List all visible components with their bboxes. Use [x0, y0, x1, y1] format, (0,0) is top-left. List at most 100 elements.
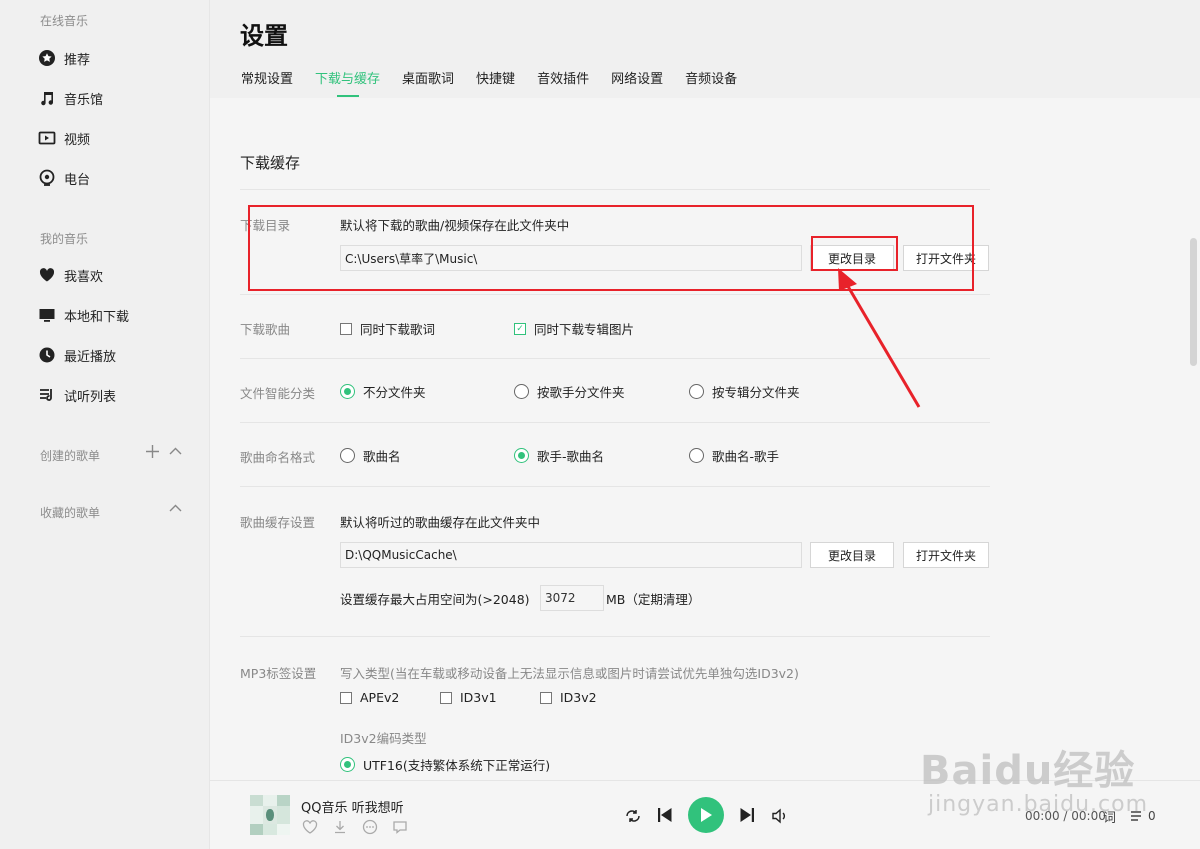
radio-unselected: [514, 384, 529, 399]
naming-radio-song[interactable]: 歌曲名: [340, 446, 401, 465]
category-radio-by-album[interactable]: 按专辑分文件夹: [689, 382, 800, 401]
album-cover[interactable]: [250, 795, 290, 835]
encoding-radio-utf16[interactable]: UTF16(支持繁体系统下正常运行): [340, 755, 550, 774]
radio-label: 按专辑分文件夹: [712, 385, 800, 400]
mp3-tag-label: MP3标签设置: [240, 666, 317, 681]
cache-open-folder-button[interactable]: 打开文件夹: [903, 542, 989, 568]
download-icon[interactable]: [332, 819, 348, 839]
cache-max-input[interactable]: 3072: [540, 585, 604, 611]
settings-tabs: 常规设置 下载与缓存 桌面歌词 快捷键 音效插件 网络设置 音频设备: [241, 68, 759, 87]
song-title: QQ音乐 听我想听: [301, 801, 404, 816]
checkbox-box: [340, 691, 352, 704]
sidebar-item-radio[interactable]: 电台: [38, 166, 90, 190]
clock-icon: [38, 346, 56, 364]
divider: [240, 189, 990, 190]
sidebar-section-created: 创建的歌单: [40, 449, 101, 463]
scrollbar-thumb[interactable]: [1190, 238, 1197, 366]
checkbox-box: [540, 691, 552, 704]
category-radio-none[interactable]: 不分文件夹: [340, 382, 426, 401]
checkbox-label: 同时下载专辑图片: [534, 322, 635, 337]
checkbox-box: [440, 691, 452, 704]
music-note-icon: [38, 89, 56, 107]
radio-selected: [514, 448, 529, 463]
tab-general[interactable]: 常规设置: [241, 68, 293, 87]
tab-audio-device[interactable]: 音频设备: [685, 68, 737, 87]
sidebar-item-trial-list[interactable]: 试听列表: [38, 383, 116, 407]
tab-audio-plugins[interactable]: 音效插件: [537, 68, 589, 87]
naming-radio-song-artist[interactable]: 歌曲名-歌手: [689, 446, 779, 465]
plus-icon[interactable]: [146, 445, 159, 462]
sidebar-item-recommend[interactable]: 推荐: [38, 46, 90, 70]
tab-network[interactable]: 网络设置: [611, 68, 663, 87]
radio-label: 按歌手分文件夹: [537, 385, 625, 400]
heart-icon: [38, 266, 56, 284]
checkbox-box: [340, 322, 352, 335]
tab-desktop-lyrics[interactable]: 桌面歌词: [402, 68, 454, 87]
radio-label: 歌曲名: [363, 449, 401, 464]
volume-icon[interactable]: [771, 807, 789, 825]
cache-dir-path[interactable]: D:\QQMusicCache\: [340, 542, 802, 568]
divider: [240, 358, 990, 359]
category-radio-by-artist[interactable]: 按歌手分文件夹: [514, 382, 625, 401]
watermark-site: jingyan.baidu.com: [928, 792, 1149, 817]
divider: [240, 636, 990, 637]
play-icon: [701, 808, 712, 822]
settings-content: 下载缓存 下载目录 默认将下载的歌曲/视频保存在此文件夹中 C:\Users\草…: [210, 98, 1188, 780]
comment-icon[interactable]: [392, 819, 408, 839]
naming-format-label: 歌曲命名格式: [240, 450, 316, 465]
divider: [240, 294, 990, 295]
tag-id3v2-checkbox[interactable]: ID3v2: [540, 690, 597, 705]
download-dir-label: 下载目录: [240, 218, 291, 233]
naming-radio-artist-song[interactable]: 歌手-歌曲名: [514, 446, 604, 465]
heart-outline-icon[interactable]: [302, 819, 318, 839]
next-icon[interactable]: [739, 807, 755, 823]
more-icon[interactable]: [362, 819, 378, 839]
checkbox-label: ID3v1: [460, 690, 497, 705]
sidebar-item-label: 本地和下载: [64, 309, 130, 325]
sidebar-item-music-hall[interactable]: 音乐馆: [38, 86, 103, 110]
radio-selected: [340, 757, 355, 772]
radio-unselected: [340, 448, 355, 463]
section-title: 下载缓存: [240, 154, 301, 172]
sidebar-section-collected: 收藏的歌单: [40, 506, 101, 520]
radio-icon: [38, 169, 56, 187]
sidebar-item-favorites[interactable]: 我喜欢: [38, 263, 103, 287]
sidebar-item-label: 视频: [64, 132, 91, 148]
radio-label: UTF16(支持繁体系统下正常运行): [363, 758, 551, 773]
sidebar-item-label: 推荐: [64, 52, 91, 68]
star-circle-icon: [38, 49, 56, 67]
radio-label: 歌曲名-歌手: [712, 449, 780, 464]
content-scrollbar[interactable]: [1188, 98, 1200, 780]
download-open-folder-button[interactable]: 打开文件夹: [903, 245, 989, 271]
page-title: 设置: [240, 22, 288, 50]
radio-label: 歌手-歌曲名: [537, 449, 605, 464]
sidebar-item-local-download[interactable]: 本地和下载: [38, 303, 129, 327]
download-dir-desc: 默认将下载的歌曲/视频保存在此文件夹中: [340, 218, 570, 233]
download-dir-path[interactable]: C:\Users\草率了\Music\: [340, 245, 802, 271]
tag-id3v1-checkbox[interactable]: ID3v1: [440, 690, 497, 705]
sidebar-item-recent[interactable]: 最近播放: [38, 343, 116, 367]
divider: [240, 486, 990, 487]
sidebar-item-label: 最近播放: [64, 349, 117, 365]
sidebar-section-online: 在线音乐: [40, 14, 89, 28]
download-song-label: 下载歌曲: [240, 322, 291, 337]
tab-download-cache[interactable]: 下载与缓存: [315, 68, 380, 87]
checkmark-icon: ✓: [514, 322, 526, 335]
chevron-up-icon[interactable]: [169, 445, 182, 462]
download-change-dir-button[interactable]: 更改目录: [810, 245, 894, 271]
download-lyrics-checkbox[interactable]: 同时下载歌词: [340, 319, 435, 338]
chevron-up-icon[interactable]: [169, 502, 182, 519]
cache-change-dir-button[interactable]: 更改目录: [810, 542, 894, 568]
cache-label: 歌曲缓存设置: [240, 515, 316, 530]
previous-icon[interactable]: [657, 807, 673, 823]
sidebar-item-video[interactable]: 视频: [38, 126, 90, 150]
repeat-icon[interactable]: [624, 807, 642, 825]
checkbox-label: ID3v2: [560, 690, 597, 705]
cache-max-label: 设置缓存最大占用空间为(>2048): [340, 592, 530, 607]
tag-apev2-checkbox[interactable]: APEv2: [340, 690, 399, 705]
tab-hotkeys[interactable]: 快捷键: [476, 68, 515, 87]
cache-max-unit: MB（定期清理）: [606, 592, 701, 607]
download-cover-checkbox[interactable]: ✓ 同时下载专辑图片: [514, 319, 634, 338]
id3v2-encoding-label: ID3v2编码类型: [340, 731, 427, 746]
play-button[interactable]: [688, 797, 724, 833]
